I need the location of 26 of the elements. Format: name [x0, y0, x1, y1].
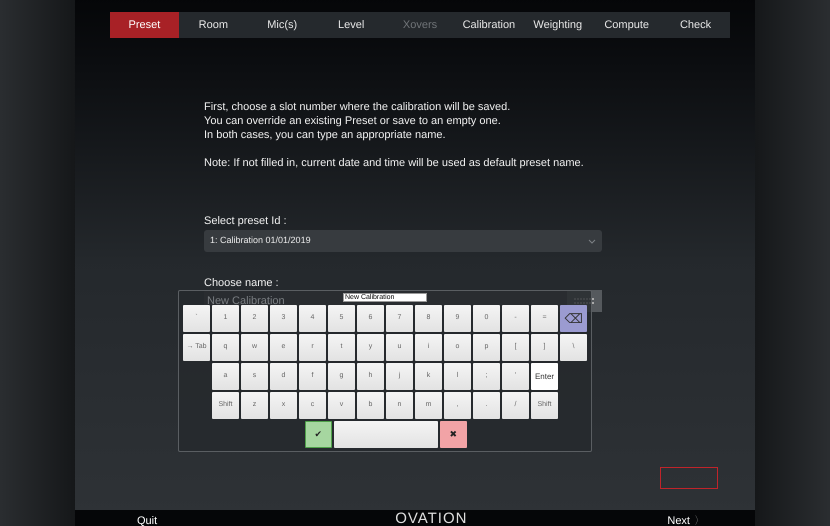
keyboard-key[interactable]: ✖ [440, 421, 467, 448]
field-label: Choose name : [204, 276, 280, 290]
keyboard-key[interactable]: ✔ [305, 421, 332, 448]
preset-dropdown[interactable]: 1: Calibration 01/01/2019 [204, 230, 602, 252]
instruction-text: In both cases, you can type an appropriate name. [204, 128, 447, 142]
chevron-down-icon [588, 238, 596, 244]
instruction-text: You can override an existing Preset or save to an empty one. [204, 114, 502, 128]
tab[interactable]: Check [661, 12, 730, 38]
quit-button[interactable]: Quit [137, 510, 158, 526]
tab[interactable]: Weighting [523, 12, 592, 38]
dropdown-value: 1: Calibration 01/01/2019 [210, 234, 311, 248]
tab[interactable]: Preset [110, 12, 179, 38]
name-placeholder: New Calibration [207, 294, 285, 308]
tab[interactable]: Mic(s) [248, 12, 317, 38]
tab[interactable]: Room [178, 12, 248, 38]
tab[interactable]: Calibration [454, 12, 524, 38]
tab[interactable]: Compute [592, 12, 662, 38]
outlined-button[interactable] [660, 467, 718, 489]
field-label: Select preset Id : [204, 214, 288, 228]
tab[interactable]: Level [316, 12, 386, 38]
logo-text: OVATION [395, 510, 468, 526]
note-text: Note: If not filled in, current date and time will be used as default preset name. [204, 156, 585, 170]
instruction-text: First, choose a slot number where the calibration will be saved. [204, 100, 512, 114]
keyboard-key[interactable]: ⌫ [560, 305, 587, 332]
next-button[interactable]: Next 〉 [667, 510, 705, 526]
keyboard-key[interactable]: Enter [531, 363, 558, 390]
